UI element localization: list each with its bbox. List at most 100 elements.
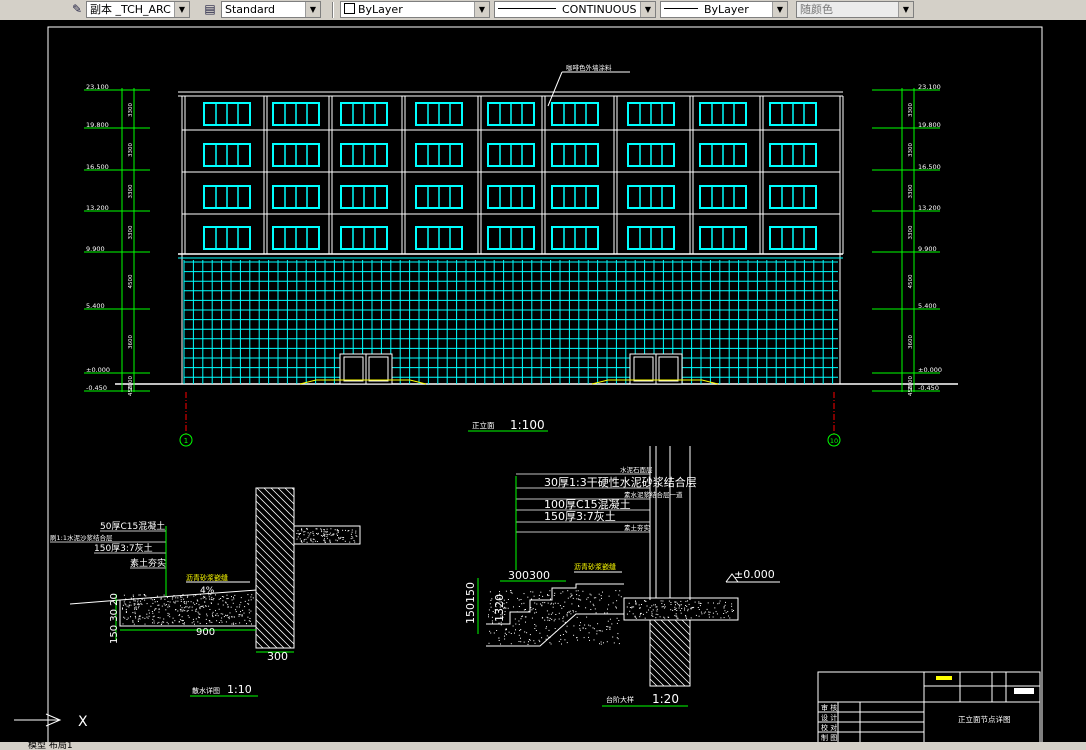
drawing-canvas[interactable]: 咖啡色外墙涂料 23.100 19.800 16.500 13.200 9.900 5.4… — [0, 20, 1086, 746]
properties-toolbar: ✎ 副本 _TCH_ARC ▼ ▤ Standard ▼ ByLayer ▼ C… — [0, 0, 1086, 21]
curtain-wall-grid — [183, 260, 838, 384]
elevation-marks-right: 23.100 19.800 16.500 13.200 9.900 5.400 ±0.000… — [872, 83, 942, 396]
color-swatch-icon — [344, 3, 355, 14]
linetype-value: CONTINUOUS — [562, 3, 637, 16]
width-dimension: 900 — [196, 627, 215, 638]
chevron-down-icon[interactable]: ▼ — [772, 2, 787, 17]
chevron-down-icon[interactable]: ▼ — [898, 2, 913, 17]
textstyle-icon[interactable]: ✎ — [68, 1, 86, 18]
dimension-label: 450 — [128, 385, 134, 396]
joint-callout: 沥青砂浆嵌缝 — [574, 562, 616, 571]
dimension-label: 3600 — [128, 335, 134, 349]
dimension-label: 450 — [908, 385, 914, 396]
title-row-label: 审 核 — [821, 703, 837, 712]
layer-label: 100厚C15混凝土 — [544, 497, 631, 511]
layer-label: 素土夯实 — [130, 557, 166, 569]
lineweight-value: ByLayer — [704, 3, 749, 16]
textstyle-dropdown[interactable]: 副本 _TCH_ARC ▼ — [86, 1, 190, 18]
apron-detail[interactable]: 4% 50厚C15混凝土刷1:1水泥沙浆结合层150厚3:7灰土素土夯实 沥青砂… — [50, 487, 361, 697]
elevation-label: -0.450 — [86, 384, 107, 392]
step-profile — [486, 583, 624, 625]
foundation-wall — [649, 619, 691, 687]
title-row-label: 校 对 — [821, 723, 837, 732]
dimension-label: 3300 — [128, 103, 134, 117]
layer-label: 素水泥浆结合层一道 — [624, 490, 683, 499]
layer-label: 素土夯实 — [624, 523, 651, 532]
chevron-down-icon[interactable]: ▼ — [305, 2, 320, 17]
wall-dimension: 300 — [267, 650, 288, 663]
layer-label: 150厚3:7灰土 — [94, 542, 153, 554]
elevation-label: 5.400 — [918, 302, 937, 310]
layer-label: 50厚C15混凝土 — [100, 520, 165, 532]
title-block[interactable]: 审 核 设 计 校 对 制 图 正立面节点详图 — [817, 671, 1041, 745]
dimstyle-icon[interactable]: ▤ — [201, 1, 219, 18]
step-detail[interactable]: 水泥石面层30厚1:3干硬性水泥砂浆结合层素水泥浆结合层一道100厚C15混凝土… — [464, 446, 780, 707]
elevation-scale: 1:100 — [510, 418, 545, 432]
axis-number-left: 1 — [184, 437, 188, 445]
elevation-marks-left: 23.100 19.800 16.500 13.200 9.900 5.400 ±0.000… — [84, 83, 150, 396]
chevron-down-icon[interactable]: ▼ — [174, 2, 189, 17]
title-row-label: 制 图 — [821, 733, 837, 742]
elevation-label: 23.100 — [918, 83, 941, 91]
detail2-title: 台阶大样 — [606, 695, 634, 704]
slab-hatch — [626, 600, 734, 619]
ucs-icon: X — [14, 713, 88, 730]
lineweight-dropdown[interactable]: ByLayer ▼ — [660, 1, 788, 18]
dimension-label: 3300 — [128, 184, 134, 198]
elevation-label: -0.450 — [918, 384, 939, 392]
height-dimensions: 150 30 20 — [109, 593, 120, 644]
layout-tabs-label[interactable]: 模型 布局1 — [28, 742, 73, 750]
joint-callout: 沥青砂浆嵌缝 — [186, 573, 228, 582]
dimension-label: 3600 — [908, 335, 914, 349]
upper-floor-windows — [203, 102, 817, 250]
elevation-title: 正立面 — [472, 420, 495, 430]
foundation-hatch — [649, 619, 691, 687]
layout-tabs[interactable]: 模型 布局1 — [0, 742, 1086, 750]
dimension-label: 3300 — [128, 143, 134, 157]
callout-leader — [547, 71, 563, 107]
slab-hatch — [296, 528, 358, 543]
elevation-label: 19.800 — [918, 121, 941, 129]
elevation-label: 5.400 — [86, 302, 105, 310]
step-riser-dims: 1320 — [493, 594, 506, 622]
title-block-stamp — [1014, 688, 1034, 694]
step-width-dims: 300300 — [508, 569, 550, 582]
elevation-label: 13.200 — [86, 204, 109, 212]
elevation-label: 13.200 — [918, 204, 941, 212]
textstyle-value: 副本 _TCH_ARC — [90, 3, 171, 16]
drawing-svg[interactable]: 咖啡色外墙涂料 23.100 19.800 16.500 13.200 9.900 5.4… — [0, 20, 1086, 746]
plotstyle-value: 随颜色 — [800, 3, 833, 16]
dimension-label: 4500 — [128, 274, 134, 288]
layer-label: 刷1:1水泥沙浆结合层 — [50, 533, 113, 542]
detail2-scale: 1:20 — [652, 692, 679, 706]
callout-text: 咖啡色外墙涂料 — [566, 63, 612, 72]
dimstyle-dropdown[interactable]: Standard ▼ — [221, 1, 321, 18]
drawing-name: 正立面节点详图 — [958, 714, 1011, 724]
layer-color-dropdown[interactable]: ByLayer ▼ — [340, 1, 490, 18]
layer-color-value: ByLayer — [358, 3, 403, 16]
slope-text: 4% — [200, 586, 215, 596]
elevation-label: ±0.000 — [918, 366, 942, 374]
elevation-drawing[interactable]: 咖啡色外墙涂料 23.100 19.800 16.500 13.200 9.900 5.4… — [84, 63, 958, 447]
dimension-label: 3300 — [908, 143, 914, 157]
chevron-down-icon[interactable]: ▼ — [640, 2, 655, 17]
dimension-label: 3300 — [128, 225, 134, 239]
linetype-dropdown[interactable]: CONTINUOUS ▼ — [494, 1, 656, 18]
facade-pilasters — [181, 96, 844, 254]
elevation-label: 19.800 — [86, 121, 109, 129]
elevation-label: 23.100 — [86, 83, 109, 91]
detail1-title: 散水详图 — [192, 686, 220, 695]
chevron-down-icon[interactable]: ▼ — [474, 2, 489, 17]
axis-number-right: 10 — [830, 437, 838, 445]
elevation-label: 9.900 — [86, 245, 105, 253]
plotstyle-dropdown[interactable]: 随颜色 ▼ — [796, 1, 914, 18]
title-block-mark — [936, 676, 952, 680]
elevation-label: 16.500 — [86, 163, 109, 171]
ucs-x-label: X — [78, 714, 88, 730]
toolbar-separator — [332, 2, 334, 18]
detail1-scale: 1:10 — [227, 683, 252, 696]
line-sample-icon — [498, 8, 556, 9]
dimension-label: 3300 — [908, 103, 914, 117]
apron-layer-labels: 50厚C15混凝土刷1:1水泥沙浆结合层150厚3:7灰土素土夯实 — [50, 520, 166, 569]
line-sample-icon — [664, 8, 698, 9]
